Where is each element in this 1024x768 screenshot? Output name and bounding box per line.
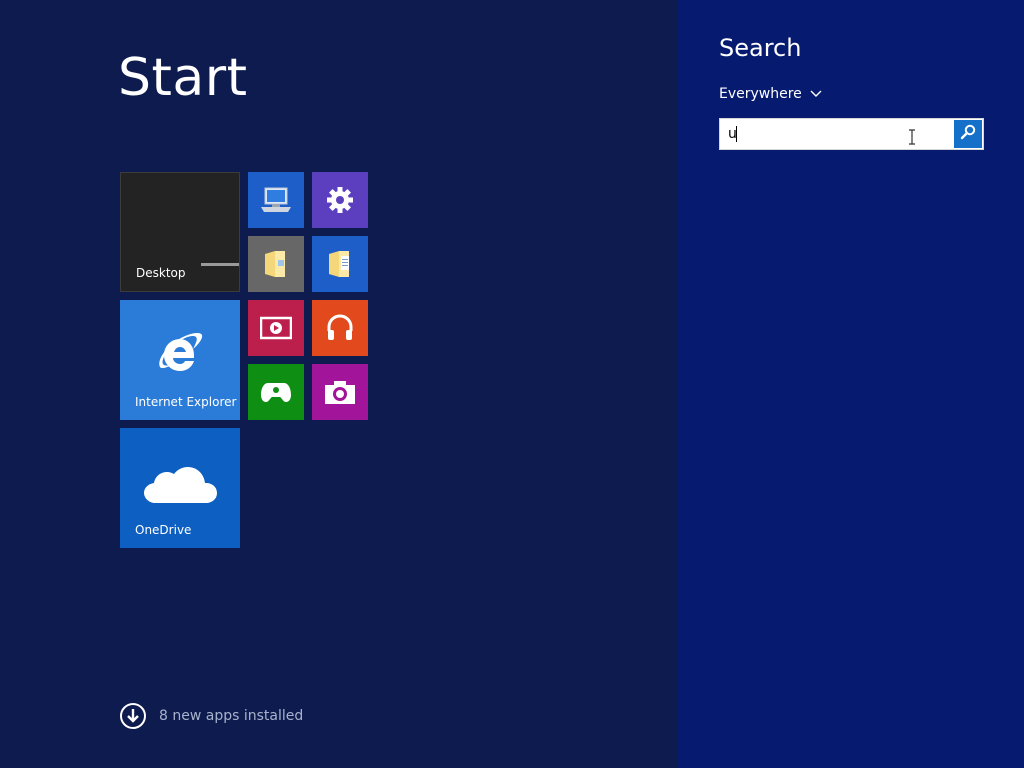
tile-file-explorer[interactable] — [248, 236, 304, 292]
arrow-down-circle-icon — [120, 703, 146, 729]
start-title: Start — [118, 48, 248, 108]
tile-internet-explorer[interactable]: Internet Explorer — [120, 300, 240, 420]
tile-video[interactable] — [248, 300, 304, 356]
tile-desktop[interactable]: Desktop — [120, 172, 240, 292]
tile-camera[interactable] — [312, 364, 368, 420]
cloud-icon — [120, 428, 240, 538]
search-button[interactable] — [954, 120, 982, 148]
headphones-icon — [312, 300, 368, 356]
tile-pc[interactable] — [248, 172, 304, 228]
tile-games[interactable] — [248, 364, 304, 420]
tile-settings[interactable] — [312, 172, 368, 228]
search-scope-label: Everywhere — [719, 86, 802, 102]
internet-explorer-icon — [120, 300, 240, 410]
search-pane: Search Everywhere — [678, 0, 1024, 768]
desktop-wallpaper-icon — [201, 263, 239, 266]
video-icon — [248, 300, 304, 356]
new-apps-label: 8 new apps installed — [159, 708, 304, 724]
search-scope-dropdown[interactable]: Everywhere — [719, 86, 822, 102]
search-icon — [960, 124, 976, 144]
ibeam-cursor-icon — [908, 129, 916, 149]
chevron-down-icon — [810, 90, 822, 98]
tile-label: Internet Explorer — [135, 395, 237, 409]
search-input[interactable] — [720, 119, 953, 149]
search-box — [719, 118, 984, 150]
search-title: Search — [719, 34, 802, 62]
gear-icon — [312, 172, 368, 228]
start-screen: Start Desktop Internet Explorer OneDrive — [0, 0, 678, 768]
tile-label: Desktop — [136, 266, 186, 280]
computer-icon — [248, 172, 304, 228]
camera-icon — [312, 364, 368, 420]
game-controller-icon — [248, 364, 304, 420]
new-apps-notice[interactable]: 8 new apps installed — [120, 701, 303, 731]
tile-documents[interactable] — [312, 236, 368, 292]
tile-onedrive[interactable]: OneDrive — [120, 428, 240, 548]
text-caret — [736, 126, 737, 142]
tile-music[interactable] — [312, 300, 368, 356]
folder-icon — [248, 236, 304, 292]
tile-label: OneDrive — [135, 523, 192, 537]
documents-icon — [312, 236, 368, 292]
